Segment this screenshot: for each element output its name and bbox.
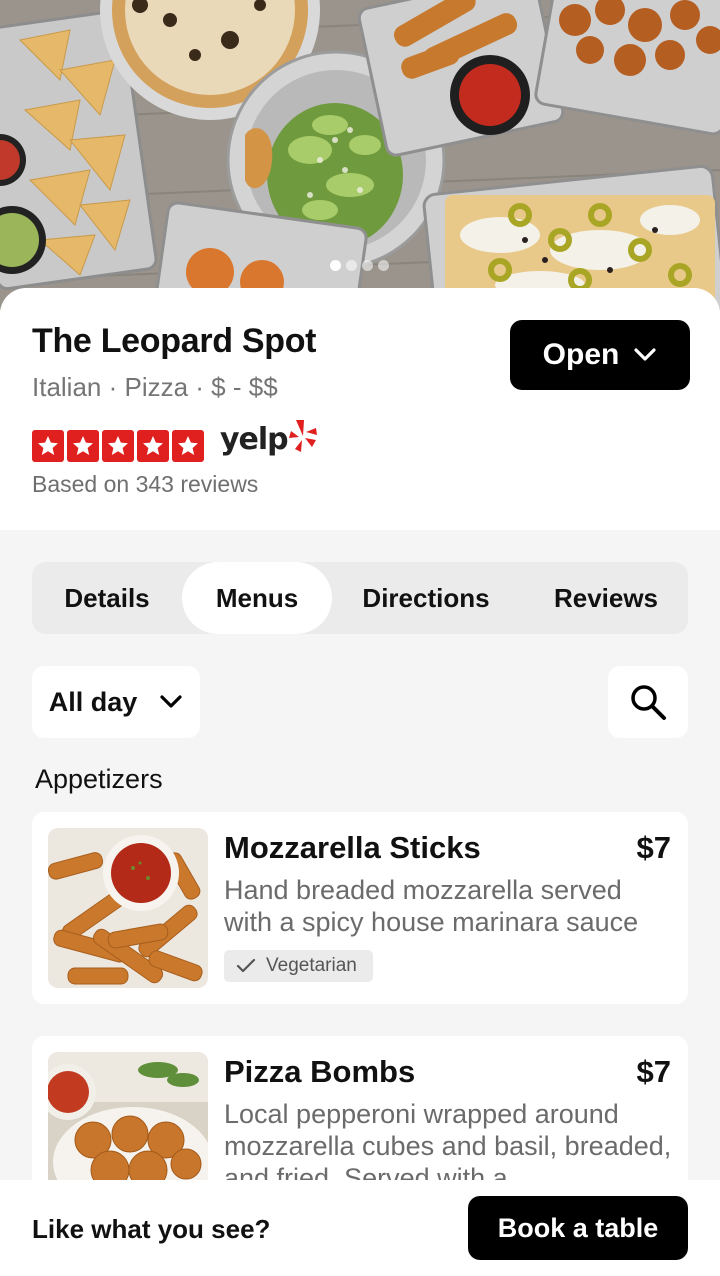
item-title: Pizza Bombs (224, 1054, 416, 1089)
yelp-burst-icon (288, 420, 317, 452)
carousel-indicator (330, 260, 389, 271)
open-hours-button[interactable]: Open (510, 320, 690, 390)
carousel-dot[interactable] (362, 260, 373, 271)
book-table-button[interactable]: Book a table (468, 1196, 688, 1260)
restaurant-name: The Leopard Spot (32, 322, 317, 360)
tab-bar: Details Menus Directions Reviews (32, 562, 688, 634)
menu-time-dropdown[interactable]: All day (32, 666, 200, 738)
star-rating (32, 430, 204, 462)
menu-item[interactable]: Mozzarella Sticks $7 Hand breaded mozzar… (32, 812, 688, 1004)
yelp-logo: yelp (220, 418, 318, 462)
carousel-dot[interactable] (346, 260, 357, 271)
open-status-label: Open (542, 338, 620, 371)
menu-time-label: All day (48, 686, 138, 717)
menu-search-button[interactable] (608, 666, 688, 738)
restaurant-subtitle: Italian · Pizza · $ - $$ (32, 372, 278, 402)
dietary-tag: Vegetarian (224, 950, 373, 982)
carousel-dot[interactable] (330, 260, 341, 271)
menu-section-title: Appetizers (35, 764, 163, 794)
item-description: Hand breaded mozzarella served with a sp… (224, 875, 639, 937)
carousel-dot[interactable] (378, 260, 389, 271)
item-price: $7 (636, 1054, 671, 1089)
tab-menus[interactable]: Menus (182, 562, 332, 634)
chevron-down-icon (634, 348, 656, 361)
tab-directions[interactable]: Directions (332, 562, 520, 634)
star-icon (172, 430, 204, 462)
star-icon (67, 430, 99, 462)
chevron-down-icon (160, 695, 182, 708)
tab-reviews[interactable]: Reviews (520, 562, 692, 634)
dietary-tag-label: Vegetarian (266, 955, 357, 976)
item-title: Mozzarella Sticks (224, 830, 481, 865)
star-icon (102, 430, 134, 462)
restaurant-info-card: The Leopard Spot Italian · Pizza · $ - $… (0, 288, 720, 530)
search-icon (631, 685, 666, 720)
booking-prompt: Like what you see? (32, 1214, 271, 1244)
book-table-label: Book a table (497, 1212, 659, 1243)
star-icon (137, 430, 169, 462)
item-price: $7 (636, 830, 671, 865)
booking-bar: Like what you see? Book a table (0, 1180, 720, 1276)
tab-details[interactable]: Details (32, 562, 182, 634)
checkmark-icon (236, 958, 256, 973)
star-icon (32, 430, 64, 462)
review-count[interactable]: Based on 343 reviews (32, 471, 258, 498)
mozzarella-sticks-photo (48, 828, 208, 988)
hero-image-carousel[interactable] (0, 0, 720, 310)
yelp-wordmark: yelp (220, 422, 289, 457)
